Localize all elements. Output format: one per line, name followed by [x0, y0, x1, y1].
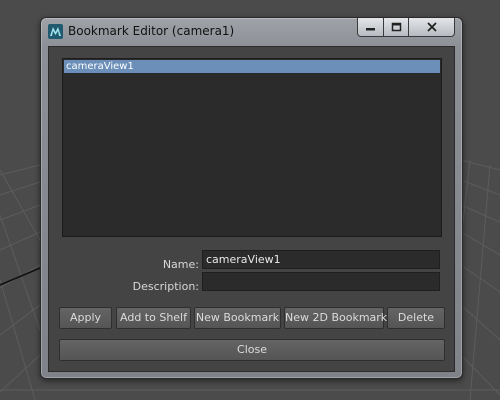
new-2d-bookmark-button[interactable]: New 2D Bookmark: [284, 307, 387, 329]
dialog-body: cameraView1 Name: cameraView1 Descriptio…: [48, 46, 455, 372]
maximize-icon: [391, 22, 401, 32]
delete-button[interactable]: Delete: [387, 307, 445, 329]
window-close-button[interactable]: [408, 18, 455, 37]
close-icon: [426, 22, 437, 32]
minimize-button[interactable]: [357, 18, 384, 37]
description-label: Description:: [132, 280, 199, 293]
maya-icon: [48, 24, 63, 39]
bookmark-list-item[interactable]: cameraView1: [64, 60, 440, 73]
window-title: Bookmark Editor (camera1): [68, 24, 235, 38]
bookmark-editor-window: Bookmark Editor (camera1) cameraView1 Na…: [40, 17, 463, 379]
close-button[interactable]: Close: [59, 339, 445, 361]
name-field[interactable]: cameraView1: [202, 250, 440, 269]
description-field[interactable]: [202, 272, 440, 291]
title-bar[interactable]: Bookmark Editor (camera1): [41, 18, 462, 46]
new-bookmark-button[interactable]: New Bookmark: [194, 307, 281, 329]
minimize-icon: [366, 28, 375, 31]
maximize-button[interactable]: [383, 18, 409, 37]
apply-button[interactable]: Apply: [59, 307, 112, 329]
name-label: Name:: [162, 258, 199, 271]
bookmark-list[interactable]: cameraView1: [62, 58, 442, 237]
add-to-shelf-button[interactable]: Add to Shelf: [116, 307, 191, 329]
